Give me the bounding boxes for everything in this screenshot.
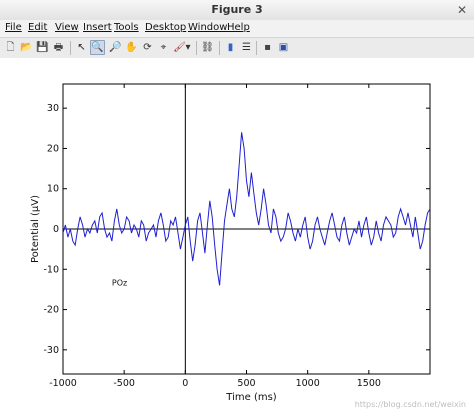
x-tick-label: 500 <box>237 378 255 389</box>
y-axis-label: Potential (μV) <box>30 195 41 263</box>
y-tick-label: 10 <box>47 184 59 195</box>
y-tick-label: 20 <box>47 143 59 154</box>
x-tick-label: -500 <box>113 378 135 389</box>
channel-annotation: POz <box>112 278 127 287</box>
erp-plot[interactable]: -1000 -500 0 500 1000 1500 -30 -20 -10 0 10 20 30 PO… <box>0 0 474 413</box>
x-tick-label: 1000 <box>296 378 320 389</box>
x-tick-label: 1500 <box>357 378 381 389</box>
y-tick-label: 30 <box>47 103 59 114</box>
watermark: https://blog.csdn.net/weixin <box>354 400 466 409</box>
y-tick-label: -20 <box>43 305 59 316</box>
x-tick-label: -1000 <box>49 378 77 389</box>
x-axis-label: Time (ms) <box>225 392 277 403</box>
figure-window: Figure 3 ✕ File Edit View Insert Tools D… <box>0 0 474 413</box>
y-tick-label: 0 <box>53 224 59 235</box>
y-tick-label: -10 <box>43 264 59 275</box>
y-tick-label: -30 <box>43 345 59 356</box>
x-tick-label: 0 <box>182 378 188 389</box>
